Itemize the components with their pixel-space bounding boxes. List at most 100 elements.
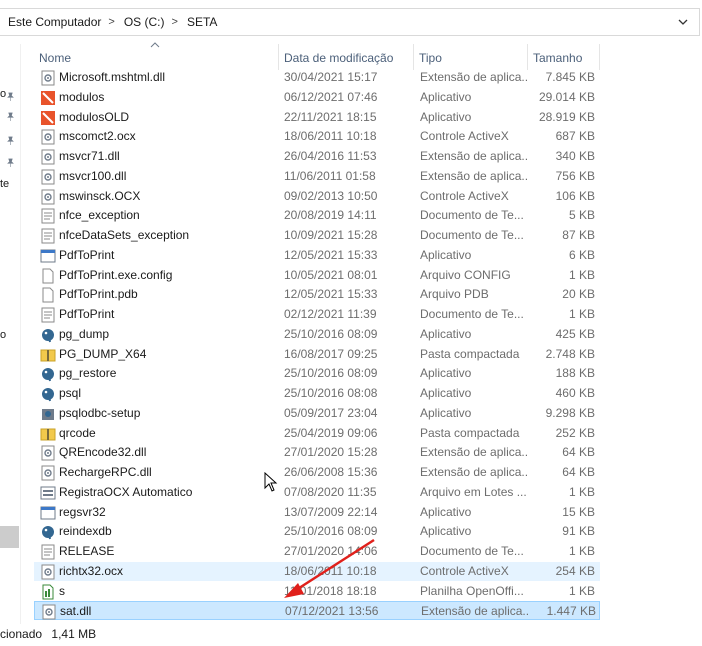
- file-type: Extensão de aplica...: [420, 465, 528, 479]
- file-row[interactable]: psqlodbc-setup 05/09/2017 23:04 Aplicativo…: [34, 404, 600, 423]
- file-type: Aplicativo: [420, 524, 472, 539]
- address-box[interactable]: Este Computador > OS (C:) > SETA: [0, 8, 700, 36]
- file-row[interactable]: RegistraOCX Automatico 07/08/2020 11:35 Ar…: [34, 483, 600, 502]
- file-size: 340 KB: [555, 149, 595, 163]
- file-type: Documento de Te...: [420, 307, 524, 321]
- file-size: 6 KB: [568, 247, 595, 262]
- file-date: 07/12/2021 13:56: [285, 604, 379, 619]
- file-row[interactable]: Microsoft.mshtml.dll 30/04/2021 15:17 Exte…: [34, 68, 600, 87]
- zip-folder-icon: [40, 349, 56, 361]
- file-row[interactable]: regsvr32 13/07/2009 22:14 Aplicativo 15 KB: [34, 503, 600, 522]
- elephant-icon: [42, 368, 54, 382]
- file-size: 87 KB: [562, 228, 595, 242]
- file-row[interactable]: RELEASE 27/01/2020 14:06 Documento de Te..…: [34, 542, 600, 561]
- dll-icon: [42, 604, 56, 620]
- file-name: s: [59, 583, 65, 598]
- file-size: 1 KB: [568, 583, 595, 598]
- file-row[interactable]: modulosOLD 22/11/2021 18:15 Aplicativo 28.9…: [34, 108, 600, 127]
- text-doc-icon: [41, 228, 55, 244]
- breadcrumb-seta[interactable]: SETA: [179, 15, 223, 29]
- column-header-size[interactable]: Tamanho: [528, 44, 600, 70]
- file-name: mscomct2.ocx: [59, 129, 136, 144]
- file-date: 27/01/2020 15:28: [284, 445, 378, 460]
- blank-file-icon: [42, 268, 54, 283]
- file-row[interactable]: PdfToPrint 12/05/2021 15:33 Aplicativo 6 KB: [34, 246, 600, 265]
- file-type: Planilha OpenOffi...: [420, 583, 524, 598]
- dll-icon: [41, 149, 55, 165]
- file-row[interactable]: nfce_exception 20/08/2019 14:11 Documento …: [34, 206, 600, 225]
- file-date: 12/05/2021 15:33: [284, 287, 378, 302]
- column-header-type[interactable]: Tipo: [414, 44, 528, 70]
- file-date: 25/10/2016 08:08: [284, 386, 378, 400]
- file-row[interactable]: PG_DUMP_X64 16/08/2017 09:25 Pasta compact…: [34, 345, 600, 364]
- file-name: sat.dll: [60, 604, 92, 619]
- file-size: 5 KB: [568, 208, 595, 223]
- file-size: 1 KB: [568, 544, 595, 558]
- file-size: 1 KB: [568, 484, 595, 499]
- file-row[interactable]: QREncode32.dll 27/01/2020 15:28 Extensão d…: [34, 443, 600, 462]
- file-name: richtx32.ocx: [59, 563, 124, 578]
- file-name: qrcode: [59, 425, 96, 440]
- file-date: 25/10/2016 08:09: [284, 366, 378, 381]
- nav-selected-item[interactable]: [0, 526, 19, 548]
- file-row[interactable]: sat.dll 07/12/2021 13:56 Extensão de aplic…: [34, 601, 600, 621]
- file-row[interactable]: reindexdb 25/10/2016 08:09 Aplicativo 91 KB: [34, 522, 600, 541]
- dll-icon: [41, 129, 55, 145]
- nav-item-label[interactable]: o: [0, 329, 6, 341]
- file-row[interactable]: mscomct2.ocx 18/06/2011 10:18 Controle Act…: [34, 127, 600, 146]
- file-type: Aplicativo: [420, 247, 472, 262]
- file-row[interactable]: nfceDataSets_exception 10/09/2021 15:28 Do…: [34, 226, 600, 245]
- file-name: psql: [59, 386, 82, 400]
- file-type: Pasta compactada: [420, 346, 520, 361]
- file-name: QREncode32.dll: [59, 445, 147, 460]
- app-red-icon: [41, 90, 55, 105]
- file-type: Aplicativo: [420, 366, 472, 381]
- file-date: 11/01/2018 18:18: [284, 583, 377, 598]
- chevron-down-icon[interactable]: [677, 16, 689, 28]
- file-name: reindexdb: [59, 524, 112, 539]
- status-bar: cionado 1,41 MB: [0, 624, 702, 646]
- file-row[interactable]: PdfToPrint 02/12/2021 11:39 Documento de T…: [34, 305, 600, 324]
- file-name: PdfToPrint.pdb: [59, 287, 138, 302]
- file-row[interactable]: mswinsck.OCX 09/02/2013 10:50 Controle Act…: [34, 187, 600, 206]
- file-row[interactable]: qrcode 25/04/2019 09:06 Pasta compactada 25…: [34, 424, 600, 443]
- file-row[interactable]: PdfToPrint.exe.config 10/05/2021 08:01 Arq…: [34, 266, 600, 285]
- file-size: 425 KB: [555, 326, 595, 341]
- nav-item-label[interactable]: o: [0, 88, 6, 100]
- file-size: 460 KB: [555, 386, 595, 400]
- file-name: RELEASE: [59, 544, 115, 558]
- dll-icon: [41, 189, 55, 204]
- column-header-date[interactable]: Data de modificação: [279, 44, 414, 70]
- file-row[interactable]: s 11/01/2018 18:18 Planilha OpenOffi... 1 K…: [34, 582, 600, 601]
- file-date: 25/10/2016 08:09: [284, 524, 378, 539]
- breadcrumb-separator: >: [108, 16, 115, 28]
- app-red-icon: [41, 110, 55, 125]
- breadcrumb-este-computador[interactable]: Este Computador: [0, 15, 107, 29]
- column-header-name[interactable]: Nome: [34, 44, 279, 70]
- pin-icon: [7, 136, 14, 145]
- file-row[interactable]: msvcr71.dll 26/04/2016 11:53 Extensão de a…: [34, 147, 600, 166]
- file-row[interactable]: PdfToPrint.pdb 12/05/2021 15:33 Arquivo PD…: [34, 285, 600, 304]
- file-row[interactable]: modulos 06/12/2021 07:46 Aplicativo 29.014 …: [34, 88, 600, 107]
- file-name: Microsoft.mshtml.dll: [59, 70, 166, 84]
- file-type: Aplicativo: [420, 109, 472, 124]
- status-selected-size: 1,41 MB: [51, 627, 97, 641]
- file-size: 1 KB: [568, 307, 595, 321]
- file-row[interactable]: msvcr100.dll 11/06/2011 01:58 Extensão de …: [34, 167, 600, 186]
- file-row[interactable]: RechargeRPC.dll 26/06/2008 15:36 Extensão …: [34, 463, 600, 482]
- file-size: 254 KB: [555, 563, 595, 578]
- file-size: 106 KB: [555, 188, 595, 203]
- dll-icon: [41, 70, 55, 86]
- file-date: 22/11/2021 18:15: [284, 109, 377, 124]
- file-row[interactable]: pg_restore 25/10/2016 08:09 Aplicativo 188 …: [34, 364, 600, 383]
- file-date: 27/01/2020 14:06: [284, 544, 378, 558]
- breadcrumb-os-c[interactable]: OS (C:): [116, 15, 171, 29]
- file-type: Aplicativo: [420, 386, 472, 400]
- nav-item-label[interactable]: te: [0, 178, 9, 190]
- file-name: RechargeRPC.dll: [59, 465, 152, 479]
- file-size: 1 KB: [568, 267, 595, 282]
- file-size: 28.919 KB: [538, 109, 595, 124]
- file-row[interactable]: pg_dump 25/10/2016 08:09 Aplicativo 425 KB: [34, 325, 600, 344]
- file-row[interactable]: psql 25/10/2016 08:08 Aplicativo 460 KB: [34, 384, 600, 403]
- file-row[interactable]: richtx32.ocx 18/06/2011 10:18 Controle Act…: [34, 561, 600, 581]
